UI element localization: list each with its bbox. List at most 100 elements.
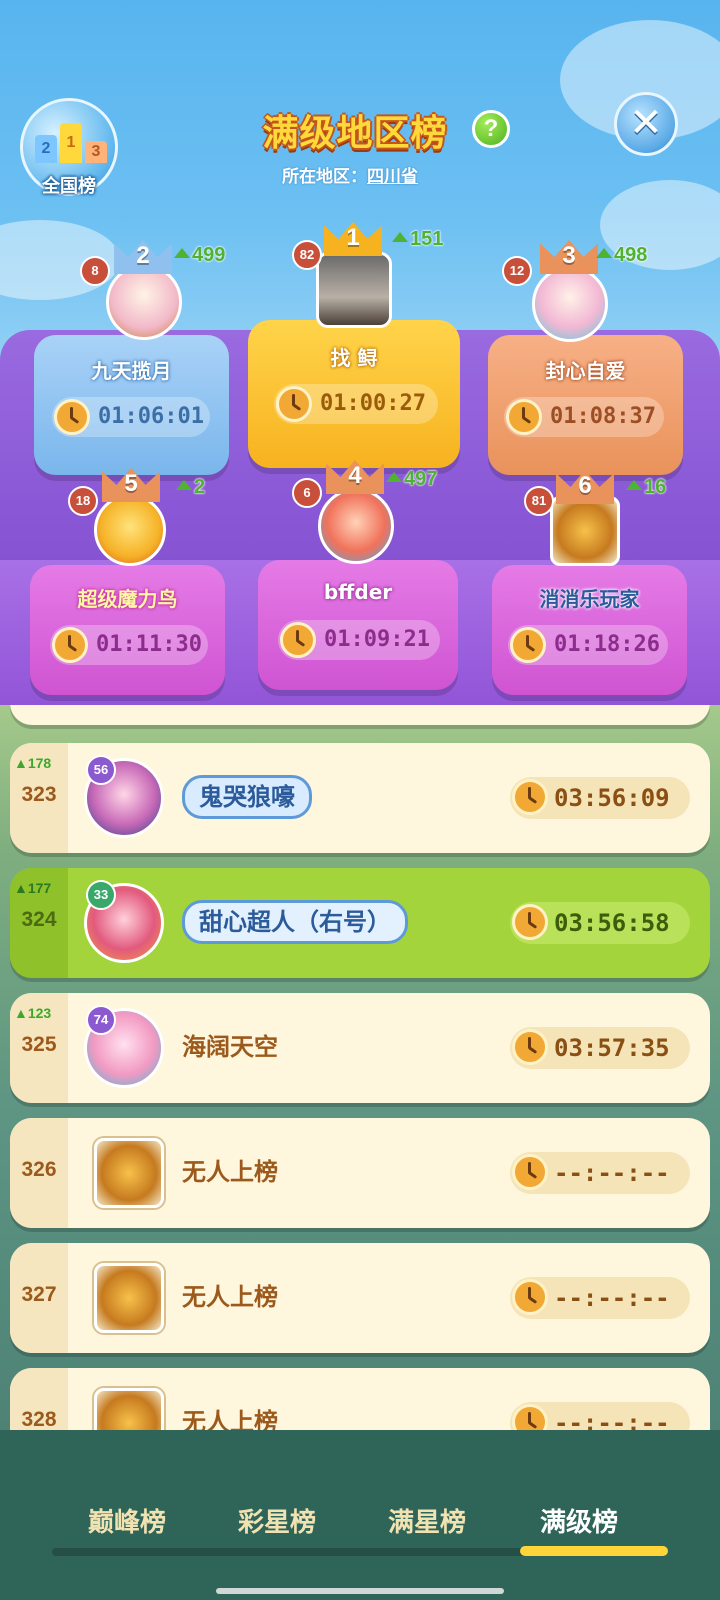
rank-number: 327: [21, 1283, 57, 1306]
avatar[interactable]: [318, 488, 394, 564]
podium-time: 01:11:30: [50, 625, 208, 665]
time-value: --:--:--: [510, 1152, 690, 1194]
player-name: 无人上榜: [182, 1283, 278, 1311]
rank-number: 325: [21, 1033, 57, 1056]
crown-icon: 3: [540, 230, 598, 274]
podium-name: 超级魔力鸟: [77, 587, 178, 611]
podium-time: 01:18:26: [508, 625, 668, 665]
podium-time-value: 01:06:01: [98, 404, 204, 429]
list-row-partial: [10, 705, 710, 725]
podium-card-rank-5[interactable]: 超级魔力鸟 01:11:30: [30, 565, 225, 695]
clock-icon: [54, 399, 90, 435]
avatar: [94, 1388, 164, 1430]
podium-name: 九天揽月: [91, 359, 172, 383]
national-leaderboard-label: 全国榜: [42, 176, 96, 197]
time-value: --:--:--: [510, 1277, 690, 1319]
rank-number: 326: [21, 1158, 57, 1181]
page-title: 满级地区榜: [262, 113, 448, 154]
clock-icon: [52, 627, 88, 663]
level-badge: 56: [86, 755, 116, 785]
time-value: 03:57:35: [510, 1027, 690, 1069]
podium-card-rank-2[interactable]: 九天揽月 01:06:01: [34, 335, 229, 475]
podium-second: 2: [35, 135, 57, 163]
table-row[interactable]: ▲123 325 74 海阔天空 03:57:35: [10, 993, 710, 1103]
podium-time-value: 01:18:26: [554, 632, 660, 657]
region-link[interactable]: 四川省: [367, 167, 418, 187]
podium-first: 1: [60, 123, 82, 163]
clock-icon: [512, 779, 548, 815]
podium-card-rank-3[interactable]: 封心自爱 01:08:37: [488, 335, 683, 475]
close-icon: ✕: [629, 100, 663, 146]
table-row[interactable]: ▲178 323 56 鬼哭狼嚎 03:56:09: [10, 743, 710, 853]
time-value: 03:56:09: [510, 777, 690, 819]
podium-name: 找 鲟: [330, 346, 378, 370]
clock-icon: [512, 1279, 548, 1315]
rank-rise: 16: [626, 476, 666, 499]
player-name: 无人上榜: [182, 1408, 278, 1430]
player-name: 无人上榜: [182, 1158, 278, 1186]
tab-peak[interactable]: 巅峰榜: [88, 1502, 166, 1539]
rank-rise: ▲177: [14, 880, 52, 896]
level-badge: 18: [68, 486, 98, 516]
rank-rise: 497: [386, 468, 437, 491]
rank-rise: ▲123: [14, 1005, 52, 1021]
podium-time: 01:00:27: [274, 384, 438, 424]
national-leaderboard-button[interactable]: 2 1 3 全国榜: [20, 98, 118, 198]
podium-card-rank-6[interactable]: 消消乐玩家 01:18:26: [492, 565, 687, 695]
level-badge: 33: [86, 880, 116, 910]
tab-color-star[interactable]: 彩星榜: [238, 1502, 316, 1539]
crown-icon: 5: [102, 458, 160, 502]
podium-card-rank-1[interactable]: 找 鲟 01:00:27: [248, 320, 460, 468]
podium-time: 01:09:21: [278, 620, 440, 660]
avatar[interactable]: [316, 252, 392, 328]
table-row[interactable]: 327 无人上榜 --:--:--: [10, 1243, 710, 1353]
time-value: 03:56:58: [510, 902, 690, 944]
arrow-up-icon: [386, 472, 402, 482]
crown-rank: 6: [578, 472, 592, 499]
podium-card-rank-4[interactable]: bffder 01:09:21: [258, 560, 458, 690]
clock-icon: [512, 1154, 548, 1190]
tab-full-level[interactable]: 满级榜: [540, 1502, 618, 1539]
clock-icon: [506, 399, 542, 435]
clock-icon: [512, 1404, 548, 1430]
rank-number: 328: [21, 1408, 57, 1430]
crown-rank: 1: [346, 224, 360, 251]
level-badge: 12: [502, 256, 532, 286]
crown-icon: 2: [114, 230, 172, 274]
region-row: 所在地区：四川省: [282, 162, 418, 187]
arrow-up-icon: [174, 248, 190, 258]
podium-time-value: 01:09:21: [324, 627, 430, 652]
tab-full-star[interactable]: 满星榜: [388, 1502, 466, 1539]
table-row-current-user[interactable]: ▲177 324 33 甜心超人（右号） 03:56:58: [10, 868, 710, 978]
clock-icon: [510, 627, 546, 663]
rank-rise: 2: [176, 476, 205, 499]
avatar[interactable]: [550, 496, 620, 566]
leaderboard-list[interactable]: ▲178 323 56 鬼哭狼嚎 03:56:09 ▲177 324 33 甜心…: [0, 705, 720, 1430]
home-indicator[interactable]: [216, 1588, 504, 1594]
table-row[interactable]: 328 无人上榜 --:--:--: [10, 1368, 710, 1430]
player-name: 海阔天空: [182, 1033, 278, 1061]
close-button[interactable]: ✕: [614, 92, 678, 156]
question-icon[interactable]: ?: [472, 110, 510, 148]
level-badge: 81: [524, 486, 554, 516]
level-badge: 74: [86, 1005, 116, 1035]
podium-name: 消消乐玩家: [539, 587, 640, 611]
rank-number: 323: [21, 783, 57, 806]
rank-rise: 498: [596, 244, 647, 267]
level-badge: 82: [292, 240, 322, 270]
podium-name: bffder: [323, 580, 393, 604]
podium-time: 01:06:01: [52, 397, 210, 437]
time-value: --:--:--: [510, 1402, 690, 1430]
clock-icon: [280, 622, 316, 658]
avatar[interactable]: [106, 264, 182, 340]
crown-icon: 6: [556, 460, 614, 504]
crown-rank: 3: [562, 242, 576, 269]
avatar: [94, 1263, 164, 1333]
avatar[interactable]: [94, 494, 166, 566]
podium-time-value: 01:08:37: [550, 404, 656, 429]
rank-number: 324: [21, 908, 57, 931]
clock-icon: [276, 386, 312, 422]
avatar[interactable]: [532, 266, 608, 342]
level-badge: 8: [80, 256, 110, 286]
table-row[interactable]: 326 无人上榜 --:--:--: [10, 1118, 710, 1228]
